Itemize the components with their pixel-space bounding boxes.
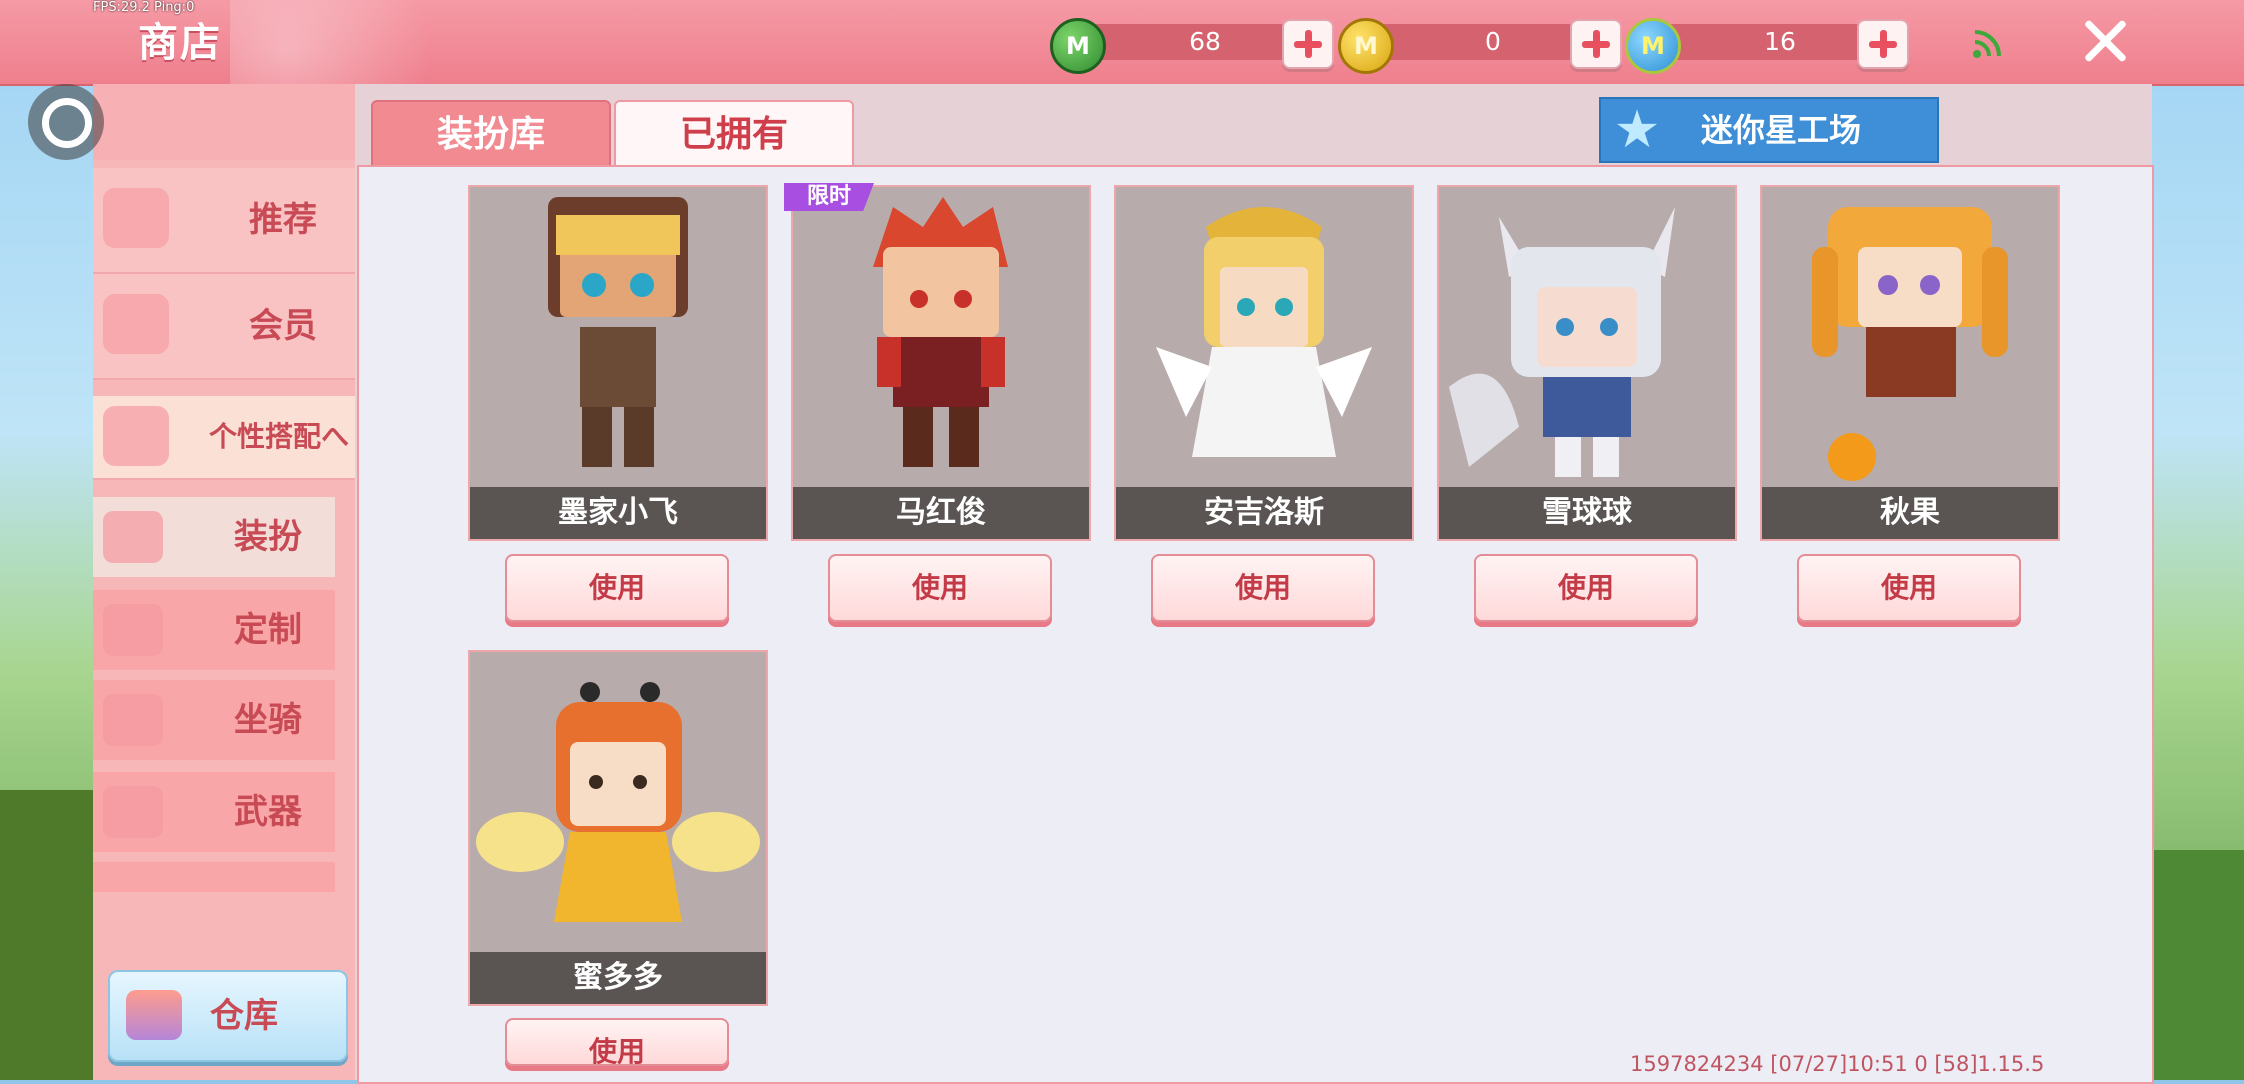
- tab-owned[interactable]: 已拥有: [614, 100, 854, 170]
- outfit-card[interactable]: 秋果: [1760, 185, 2060, 541]
- background-block: [0, 790, 93, 1080]
- sidebar-item-vip[interactable]: 会员: [93, 274, 355, 380]
- sidebar-subitem-label: 坐骑: [234, 700, 302, 740]
- outfit-name: 蜜多多: [470, 952, 766, 1004]
- use-button[interactable]: 使用: [1797, 554, 2021, 622]
- outfit-name: 安吉洛斯: [1116, 487, 1412, 539]
- star-icon: ★: [1613, 100, 1661, 160]
- use-button[interactable]: 使用: [1151, 554, 1375, 622]
- warehouse-button[interactable]: 仓库: [108, 970, 348, 1062]
- outfit-card[interactable]: 雪球球: [1437, 185, 1737, 541]
- outfit-name: 墨家小飞: [470, 487, 766, 539]
- green-m-coin-icon: M: [1050, 18, 1106, 74]
- flower-badge-icon: [103, 406, 169, 466]
- thumbs-up-icon: [103, 188, 169, 248]
- use-button[interactable]: 使用: [828, 554, 1052, 622]
- outfit-card[interactable]: 安吉洛斯: [1114, 185, 1414, 541]
- outfit-card[interactable]: 马红俊: [791, 185, 1091, 541]
- chest-icon: [126, 990, 182, 1040]
- character-portrait: [1812, 207, 2008, 481]
- sidebar-item-personal-style[interactable]: 个性搭配へ: [93, 396, 355, 480]
- footer-info: 1597824234 [07/27]10:51 0 [58]1.15.5: [1630, 1052, 2045, 1076]
- use-button[interactable]: 使用: [505, 554, 729, 622]
- outfit-card[interactable]: 蜜多多: [468, 650, 768, 1006]
- character-portrait: [1156, 207, 1372, 457]
- gold-m-coin-icon: M: [1338, 18, 1394, 74]
- currency-gold: 0 M: [1338, 18, 1628, 74]
- limited-tag: 限时: [784, 183, 874, 211]
- character-portrait: [476, 682, 760, 922]
- add-green-coin-button[interactable]: [1282, 19, 1334, 69]
- floating-menu-button[interactable]: [28, 84, 104, 160]
- close-button[interactable]: [2080, 16, 2130, 66]
- use-button[interactable]: 使用: [505, 1018, 729, 1066]
- sidebar-subitem-label: 装扮: [234, 517, 302, 557]
- mini-studio-label: 迷你星工场: [1701, 111, 1862, 149]
- pencil-icon: [103, 604, 163, 656]
- sidebar-subitem-partial[interactable]: [93, 862, 335, 892]
- vip-card-icon: [103, 294, 169, 354]
- warehouse-label: 仓库: [210, 996, 278, 1036]
- character-portrait: [873, 197, 1008, 467]
- add-gold-coin-button[interactable]: [1570, 19, 1622, 69]
- background-grass: [2152, 850, 2244, 1080]
- blue-m-coin-icon: M: [1625, 18, 1681, 74]
- outfit-name: 雪球球: [1439, 487, 1735, 539]
- outfit-card[interactable]: 墨家小飞: [468, 185, 768, 541]
- currency-green: 68 M: [1050, 18, 1340, 74]
- sidebar-subitem-outfit[interactable]: 装扮: [93, 497, 335, 577]
- currency-blue: 16 M: [1625, 18, 1915, 74]
- sidebar-item-label: 会员: [249, 306, 317, 346]
- outfit-name: 秋果: [1762, 487, 2058, 539]
- page-title: 商店: [138, 20, 222, 66]
- character-portrait: [548, 197, 688, 467]
- sidebar-item-label: 个性搭配へ: [208, 420, 349, 453]
- gun-icon: [103, 786, 163, 838]
- character-portrait: [1449, 207, 1675, 477]
- tab-outfit-library[interactable]: 装扮库: [371, 100, 611, 170]
- sidebar-subitem-custom[interactable]: 定制: [93, 590, 335, 670]
- sidebar-subitem-label: 定制: [234, 610, 302, 650]
- shirt-icon: [103, 511, 163, 563]
- sidebar-item-label: 推荐: [249, 200, 317, 240]
- sidebar-subitem-weapon[interactable]: 武器: [93, 772, 335, 852]
- use-button[interactable]: 使用: [1474, 554, 1698, 622]
- sidebar-item-recommend[interactable]: 推荐: [93, 168, 355, 274]
- sidebar-subitem-mount[interactable]: 坐骑: [93, 680, 335, 760]
- outfit-name: 马红俊: [793, 487, 1089, 539]
- saddle-icon: [103, 694, 163, 746]
- signal-icon: [1973, 30, 2001, 58]
- sidebar-subitem-label: 武器: [234, 792, 302, 832]
- sidebar-header: [93, 84, 355, 160]
- topbar-decoration: [230, 0, 520, 84]
- mini-studio-button[interactable]: ★ 迷你星工场: [1599, 97, 1939, 163]
- add-blue-coin-button[interactable]: [1857, 19, 1909, 69]
